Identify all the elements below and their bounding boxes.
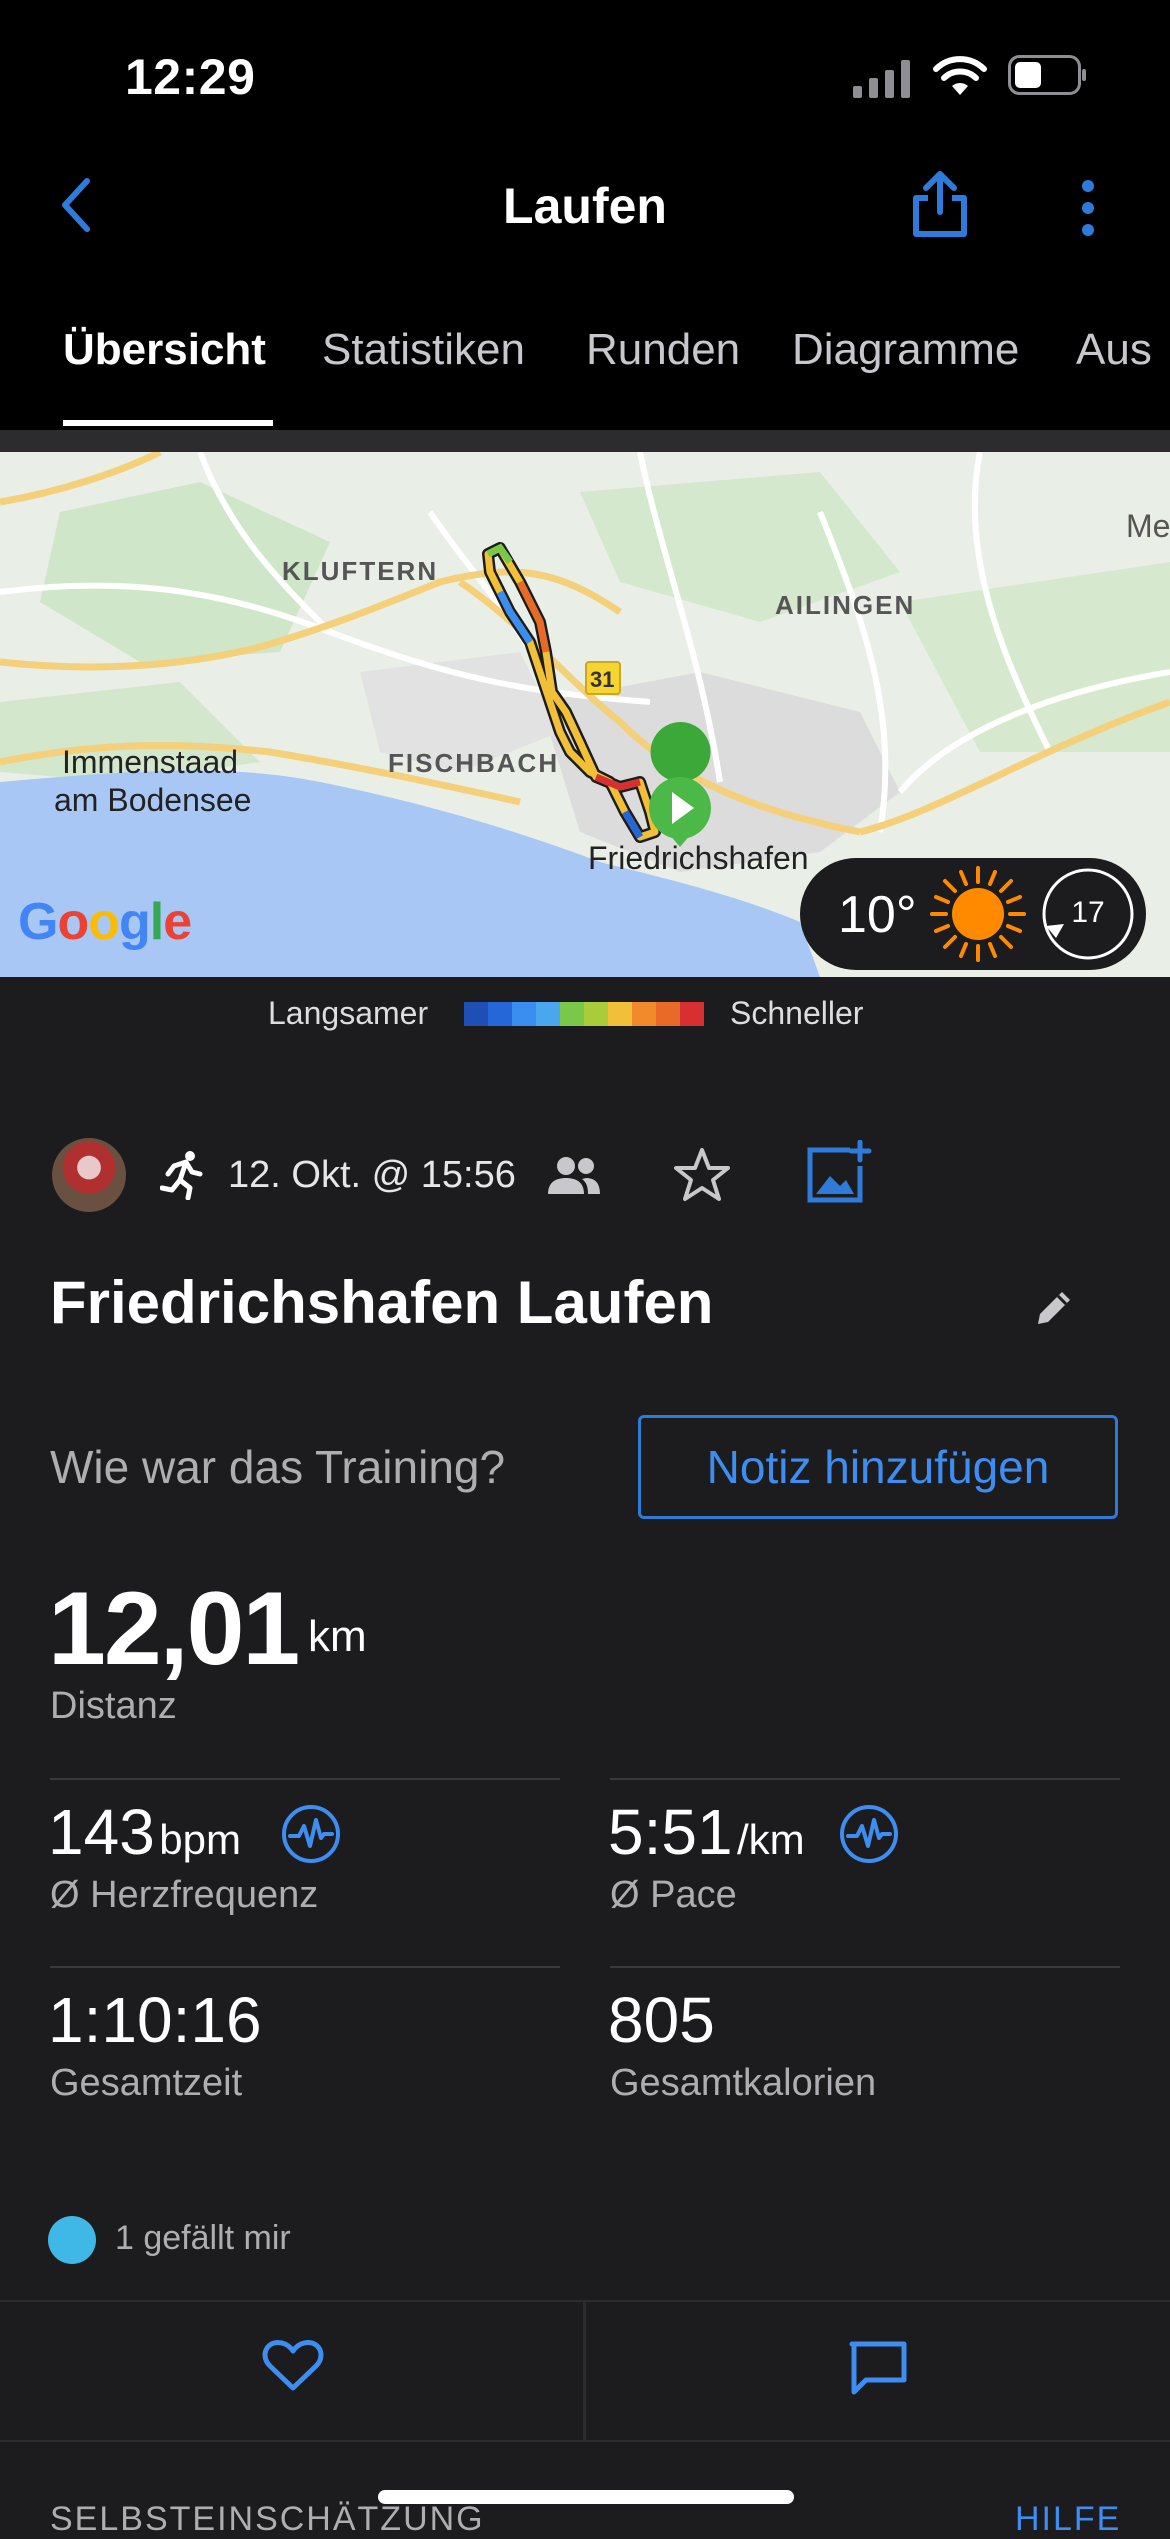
legend-color-segment [608, 1002, 632, 1026]
avatar[interactable] [52, 1138, 126, 1212]
signal-icon [853, 60, 910, 98]
pace-stat: 5:51 /km [608, 1795, 805, 1869]
active-tab-indicator [63, 420, 273, 426]
activity-title: Friedrichshafen Laufen [50, 1269, 714, 1336]
sun-icon [930, 866, 1026, 962]
divider [610, 1966, 1120, 1968]
road-number: 31 [590, 667, 615, 692]
tab-runden[interactable]: Runden [586, 325, 740, 375]
pace-unit: /km [737, 1816, 805, 1863]
calories-label: Gesamtkalorien [610, 2062, 877, 2104]
legend-color-segment [584, 1002, 608, 1026]
legend-color-segment [536, 1002, 560, 1026]
distance-value: 12,01 [48, 1571, 300, 1687]
heart-rate-stat: 143 bpm [48, 1795, 241, 1869]
running-icon [160, 1151, 203, 1200]
google-logo: Google [18, 893, 192, 951]
heart-rate-unit: bpm [159, 1816, 241, 1863]
map-label-am-bodensee: am Bodensee [54, 782, 252, 818]
map-label-immenstaad: Immenstaad [62, 744, 239, 780]
tab-aus[interactable]: Aus [1076, 325, 1152, 375]
likes-count[interactable]: 1 gefällt mir [115, 2219, 291, 2258]
legend-color-segment [656, 1002, 680, 1026]
pace-chart-icon[interactable] [838, 1803, 900, 1865]
total-time-label: Gesamtzeit [50, 2062, 243, 2104]
page-title: Laufen [503, 178, 667, 234]
activity-date: 12. Okt. @ 15:56 [228, 1154, 516, 1196]
legend-color-segment [488, 1002, 512, 1026]
wifi-icon [933, 56, 987, 95]
divider [610, 1778, 1120, 1780]
home-indicator [378, 2490, 794, 2504]
legend-color-segment [680, 1002, 704, 1026]
heart-rate-label: Ø Herzfrequenz [50, 1874, 319, 1916]
add-note-button[interactable]: Notiz hinzufügen [638, 1415, 1118, 1519]
status-time: 12:29 [125, 49, 256, 105]
wind-speed: 17 [1071, 896, 1105, 929]
total-time-value: 1:10:16 [48, 1984, 262, 2056]
edit-pencil-icon[interactable] [1032, 1286, 1076, 1330]
divider [50, 1778, 560, 1780]
pace-label: Ø Pace [610, 1874, 737, 1916]
heart-rate-chart-icon[interactable] [280, 1803, 342, 1865]
divider [50, 1966, 560, 1968]
liker-avatar[interactable] [48, 2216, 96, 2264]
battery-icon [1008, 55, 1086, 95]
legend-color-segment [464, 1002, 488, 1026]
distance-unit: km [308, 1612, 367, 1661]
legend-faster-label: Schneller [730, 995, 864, 1031]
pace-color-legend [464, 1002, 704, 1026]
pace-value: 5:51 [608, 1796, 733, 1868]
people-icon[interactable] [546, 1154, 602, 1198]
header-separator [0, 430, 1170, 452]
comment-icon[interactable] [848, 2340, 908, 2396]
more-options-icon[interactable] [1068, 178, 1108, 238]
map-label-ailingen: AILINGEN [775, 590, 916, 620]
star-icon[interactable] [672, 1146, 732, 1204]
map-label-friedrichshafen: Friedrichshafen [588, 840, 809, 876]
tab-diagramme[interactable]: Diagramme [792, 325, 1019, 375]
heart-like-icon[interactable] [262, 2338, 324, 2394]
add-photo-icon[interactable] [806, 1140, 872, 1206]
legend-color-segment [512, 1002, 536, 1026]
share-icon[interactable] [910, 170, 970, 238]
tab-bar: Übersicht Statistiken Runden Diagramme A… [0, 315, 1170, 430]
tab-statistiken[interactable]: Statistiken [322, 325, 525, 375]
heart-rate-value: 143 [48, 1796, 155, 1868]
action-divider [583, 2300, 586, 2440]
calories-value: 805 [608, 1984, 715, 2056]
help-link[interactable]: HILFE [1015, 2500, 1121, 2539]
legend-color-segment [560, 1002, 584, 1026]
legend-slower-label: Langsamer [268, 995, 429, 1031]
training-question: Wie war das Training? [50, 1441, 506, 1493]
weather-temperature: 10° [838, 886, 917, 944]
tab-uebersicht[interactable]: Übersicht [63, 325, 266, 375]
legend-color-segment [632, 1002, 656, 1026]
map-label-fischbach: FISCHBACH [388, 748, 560, 778]
distance-label: Distanz [50, 1685, 177, 1727]
map-label-kluftern: KLUFTERN [282, 556, 439, 586]
map-label-me: Me [1126, 508, 1170, 544]
self-assessment-heading: SELBSTEINSCHÄTZUNG [50, 2500, 485, 2538]
